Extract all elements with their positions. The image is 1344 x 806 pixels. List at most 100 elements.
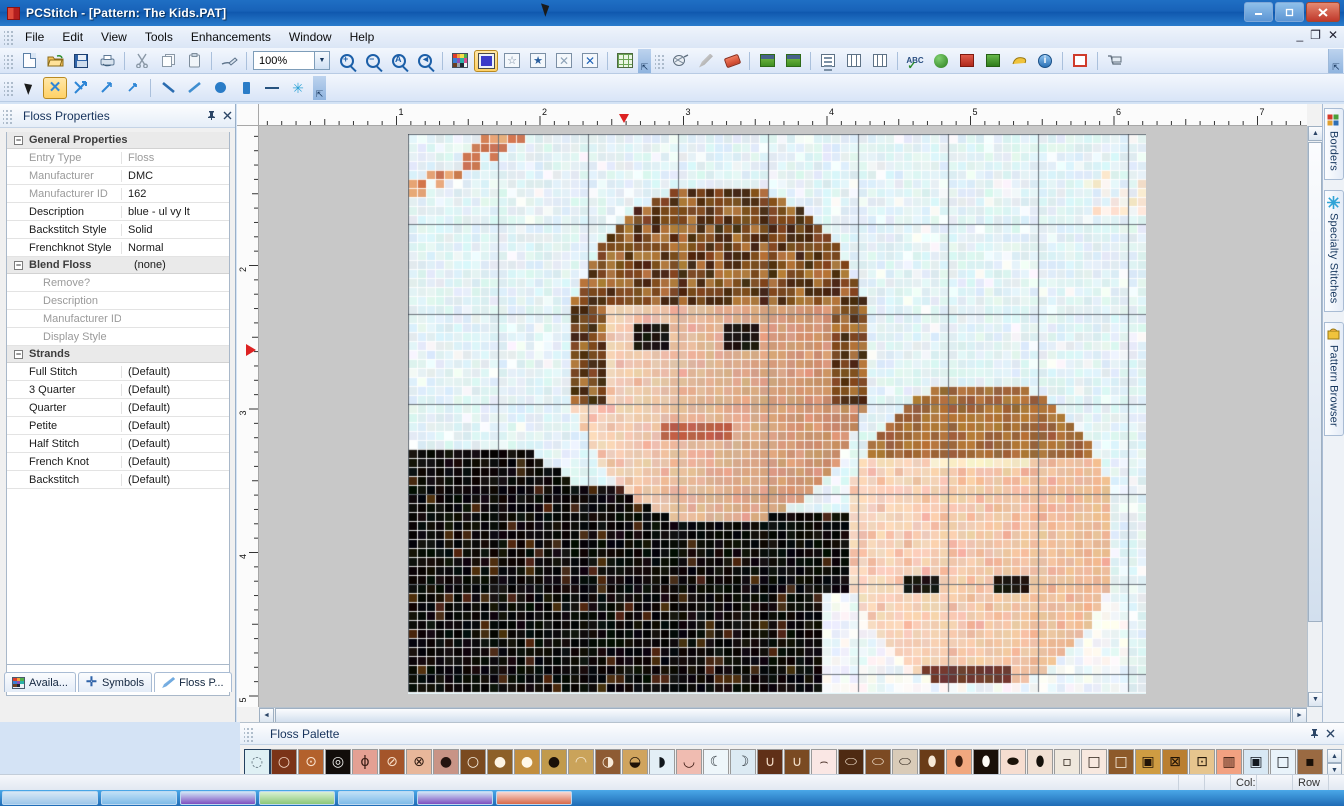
property-value[interactable]: Solid [121,223,229,236]
floss-swatch-strip[interactable]: ◌ ○ ⊙ ◎ ϕ ⊘ ⊗ ● ○ ● ● ● ◠ ◑ ◒ ◗ ◡ ☾ ☽ ∪ ∪ ⌢ ⬭ ⬭ ⬭ ⬮ ⬮ ⬮ ⬬ ⬮ ▫ □ □ ▣ ⊠ ⊡ ▥ ▣ □ ▪… [244,749,1324,777]
scroll-right-button[interactable]: ► [1292,708,1307,723]
view-symbols-filled-button[interactable]: ★ [526,50,550,72]
restore-button[interactable] [1275,2,1304,22]
floss-swatch[interactable]: ☽ [730,749,756,775]
property-row[interactable]: Half Stitch (Default) [7,435,229,453]
property-value[interactable]: Normal [121,241,229,254]
property-row[interactable]: Petite (Default) [7,417,229,435]
property-group-header[interactable]: − Strands [7,346,229,363]
bead-tool[interactable] [234,77,258,99]
pin-icon[interactable] [203,108,219,124]
property-value[interactable]: (Default) [121,437,229,450]
zoom-dropdown-arrow-icon[interactable]: ▼ [315,51,330,70]
tab-available-flosses[interactable]: Availa... [4,672,76,692]
view-cross-blue-button[interactable]: ✕ [578,50,602,72]
chart-viewport[interactable] [259,126,1307,707]
property-row[interactable]: Frenchknot Style Normal [7,239,229,257]
close-icon[interactable] [1322,726,1338,742]
floss-swatch[interactable]: ⊠ [1162,749,1188,775]
full-stitch-tool[interactable]: ✕ [43,76,67,99]
minimize-button[interactable] [1244,2,1273,22]
floss-swatch[interactable]: □ [1270,749,1296,775]
list-view-button[interactable] [816,50,840,72]
floss-swatch[interactable]: ∪ [757,749,783,775]
property-value[interactable]: DMC [121,169,229,182]
horizontal-scroll-thumb[interactable] [275,708,1291,723]
floss-swatch[interactable]: ● [541,749,567,775]
floss-swatch[interactable]: ⬮ [946,749,972,775]
floss-swatch[interactable]: ◑ [595,749,621,775]
copy-button[interactable] [156,50,180,72]
panel-grip-handle[interactable] [3,107,12,124]
format-painter-button[interactable] [217,50,241,72]
property-value[interactable]: (Default) [121,365,229,378]
floss-swatch[interactable]: ◠ [568,749,594,775]
toolbar-overflow-button-2[interactable]: ⇱ [1328,48,1343,73]
palette-grip-handle[interactable] [244,725,253,742]
floss-ball-button[interactable] [929,50,953,72]
floss-swatch[interactable]: ⌢ [811,749,837,775]
mdi-close-button[interactable]: ✕ [1328,28,1338,42]
taskbar-item[interactable] [338,791,414,805]
taskbar-item[interactable] [180,791,256,805]
property-row[interactable]: 3 Quarter (Default) [7,381,229,399]
tools-overflow-button[interactable]: ⇱ [313,75,326,100]
import-button[interactable] [755,50,779,72]
palette-scroll-up-button[interactable]: ▲ [1327,749,1342,763]
scroll-up-button[interactable]: ▲ [1308,126,1323,141]
floss-swatch[interactable]: ⬮ [973,749,999,775]
floss-swatch[interactable]: ⊙ [298,749,324,775]
floss-stack-button[interactable] [955,50,979,72]
property-value[interactable]: (Default) [121,473,229,486]
property-group-header[interactable]: − General Properties [7,132,229,149]
floss-swatch[interactable]: ◡ [676,749,702,775]
toolbar-grip-handle-2[interactable] [655,52,664,69]
vertical-scroll-thumb[interactable] [1308,142,1322,622]
backstitch-tool[interactable] [156,77,180,99]
export-button[interactable] [781,50,805,72]
floss-swatch[interactable]: ◌ [244,749,271,776]
property-value[interactable]: Floss [121,151,229,164]
zoom-in-button[interactable]: + [335,50,359,72]
floss-swatch[interactable]: ○ [460,749,486,775]
toolbar-overflow-button[interactable]: ⇱ [638,48,651,73]
floss-swatch[interactable]: ◎ [325,749,351,775]
zoom-actual-button[interactable]: A [387,50,411,72]
spell-check-button[interactable]: ABC [903,50,927,72]
menu-view[interactable]: View [92,28,136,46]
property-value[interactable]: (Default) [121,401,229,414]
toolbar-grip-handle[interactable] [4,52,13,69]
floss-swatch[interactable]: □ [1108,749,1134,775]
view-symbols-button[interactable]: ☆ [500,50,524,72]
property-value[interactable]: (Default) [121,419,229,432]
sidebar-tab-pattern-browser[interactable]: Pattern Browser [1323,322,1344,437]
view-grid-button[interactable] [613,50,637,72]
floss-swatch[interactable]: ∪ [784,749,810,775]
floss-swatch[interactable]: ▣ [1243,749,1269,775]
zoom-level-input[interactable]: 100% [253,51,315,70]
menu-window[interactable]: Window [280,28,341,46]
vertical-scrollbar[interactable]: ▲ ▼ [1307,126,1323,707]
property-row[interactable]: French Knot (Default) [7,453,229,471]
property-value[interactable]: 162 [121,187,229,200]
taskbar-item[interactable] [2,791,98,805]
property-row[interactable]: Entry Type Floss [7,149,229,167]
property-row[interactable]: Backstitch (Default) [7,471,229,489]
floss-swatch[interactable]: ● [487,749,513,775]
save-button[interactable] [69,50,93,72]
property-row[interactable]: Description [7,292,229,310]
french-knot-tool[interactable] [208,77,232,99]
cross-stitch-chart[interactable] [408,134,1146,694]
floss-options-button[interactable] [668,50,692,72]
floss-swatch[interactable]: ◒ [622,749,648,775]
property-row[interactable]: Quarter (Default) [7,399,229,417]
frame-button[interactable] [1068,50,1092,72]
floss-swatch[interactable]: ○ [271,749,297,775]
property-row[interactable]: Manufacturer ID [7,310,229,328]
floss-swatch[interactable]: ϕ [352,749,378,775]
property-row[interactable]: Full Stitch (Default) [7,363,229,381]
specialty-stitch-tool[interactable]: ✳ [286,77,310,99]
zoom-fit-button[interactable]: ◄ [413,50,437,72]
color-palette-button[interactable] [448,50,472,72]
property-row[interactable]: Manufacturer ID 162 [7,185,229,203]
